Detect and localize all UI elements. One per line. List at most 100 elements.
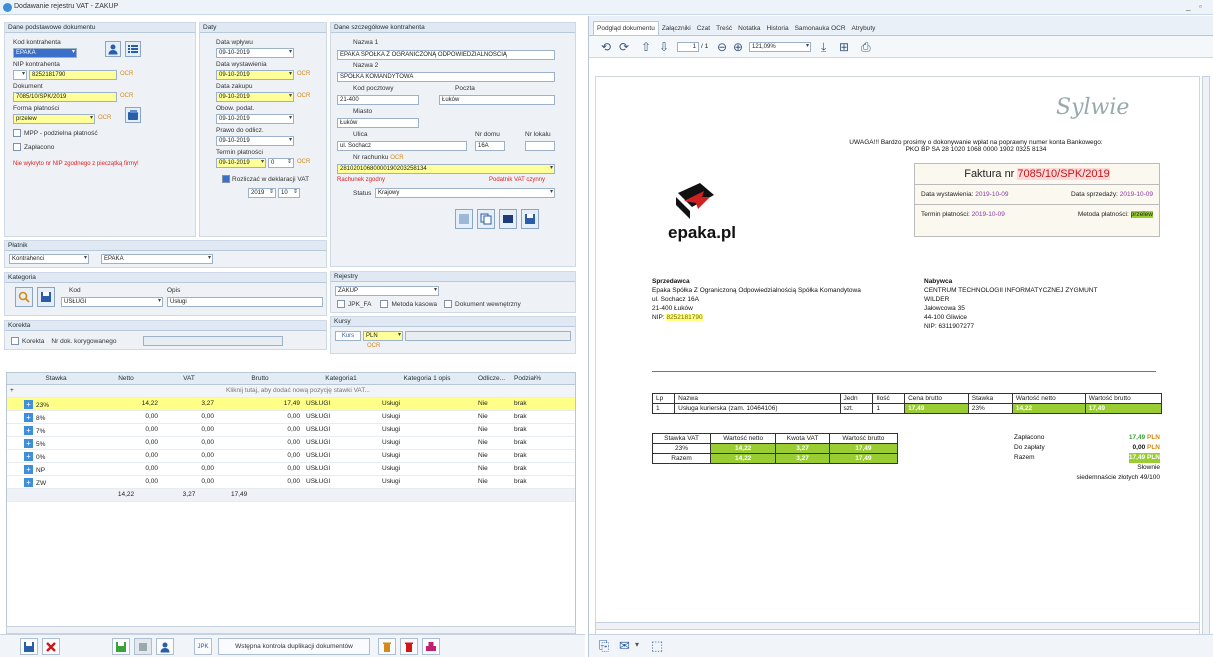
- col-rate[interactable]: Stawka: [21, 373, 91, 384]
- grid-horizontal-scrollbar[interactable]: [6, 626, 576, 634]
- grid-cell[interactable]: USŁUGI: [303, 411, 379, 423]
- col-split[interactable]: Podział%: [511, 373, 551, 384]
- copy-button[interactable]: [477, 209, 495, 229]
- rate-value-field[interactable]: [405, 331, 571, 341]
- vies-button[interactable]: [499, 209, 517, 229]
- table-row[interactable]: +0% 0,00 0,00 0,00 USŁUGI Usługi Nie brak: [7, 450, 575, 463]
- table-row[interactable]: +23% 14,22 3,27 17,49 USŁUGI Usługi Nie brak: [7, 398, 575, 411]
- grid-cell[interactable]: 0,00: [161, 437, 217, 449]
- add-rate-icon[interactable]: +: [24, 413, 33, 422]
- grid-cell[interactable]: brak: [511, 450, 551, 462]
- export-button[interactable]: [422, 638, 440, 655]
- zoom-in-icon[interactable]: ⊕: [733, 40, 743, 54]
- rate-button[interactable]: Kurs: [335, 331, 361, 341]
- postal-code-field[interactable]: 21-400: [337, 95, 419, 105]
- grid-cell[interactable]: +23%: [21, 398, 91, 410]
- account-field[interactable]: 28102010680000190203258134 ▾: [337, 164, 555, 174]
- grid-cell[interactable]: 0,00: [91, 476, 161, 488]
- grid-cell[interactable]: +7%: [21, 424, 91, 436]
- contractor-button[interactable]: [105, 41, 121, 57]
- deduction-date-field[interactable]: 09-10-2019 ▾: [216, 136, 294, 146]
- page-number-field[interactable]: 1: [677, 42, 699, 52]
- document-field[interactable]: 7085/10/SPK/2019: [13, 92, 117, 102]
- due-days-stepper[interactable]: 0 ⇕: [268, 158, 294, 168]
- table-row[interactable]: +5% 0,00 0,00 0,00 USŁUGI Usługi Nie brak: [7, 437, 575, 450]
- post-office-field[interactable]: Łuków: [439, 95, 555, 105]
- grid-cell[interactable]: 0,00: [161, 411, 217, 423]
- payer-type-select[interactable]: Kontrahenci ▾: [9, 254, 89, 264]
- select-area-icon[interactable]: ⬚: [651, 638, 663, 654]
- nip-verify-button[interactable]: [455, 209, 473, 229]
- grid-cell[interactable]: Nie: [475, 398, 511, 410]
- grid-cell[interactable]: 14,22: [91, 398, 161, 410]
- rotate-right-icon[interactable]: ⟳: [619, 40, 629, 54]
- page-up-icon[interactable]: ⇧: [641, 40, 651, 54]
- col-net[interactable]: Netto: [91, 373, 161, 384]
- page-down-icon[interactable]: ⇩: [659, 40, 669, 54]
- correction-checkbox[interactable]: [11, 337, 19, 345]
- zoom-select[interactable]: 121,09% ▾: [749, 42, 811, 52]
- tab[interactable]: Samonauka OCR: [792, 22, 849, 35]
- vat-year-stepper[interactable]: 2019 ⇕: [248, 188, 276, 198]
- maximize-button[interactable]: ▫: [1199, 2, 1202, 11]
- tax-obligation-field[interactable]: 09-10-2019 ▾: [216, 114, 294, 124]
- grid-cell[interactable]: Nie: [475, 463, 511, 475]
- zoom-out-icon[interactable]: ⊖: [717, 40, 727, 54]
- grid-cell[interactable]: Usługi: [379, 437, 475, 449]
- grid-cell[interactable]: 3,27: [161, 398, 217, 410]
- minimize-button[interactable]: _: [1186, 2, 1190, 11]
- paid-checkbox-row[interactable]: Zapłacono: [13, 143, 54, 151]
- street-field[interactable]: ul. Sochacz: [337, 141, 467, 151]
- grid-cell[interactable]: Usługi: [379, 411, 475, 423]
- category-code-select[interactable]: USŁUGI ▾: [61, 297, 163, 307]
- mpp-checkbox-row[interactable]: MPP - podzielna płatność: [13, 129, 98, 137]
- grid-cell[interactable]: USŁUGI: [303, 437, 379, 449]
- grid-cell[interactable]: 17,49: [217, 398, 303, 410]
- category-save-button[interactable]: [37, 287, 55, 307]
- grid-cell[interactable]: USŁUGI: [303, 424, 379, 436]
- grid-cell[interactable]: 0,00: [161, 476, 217, 488]
- table-row[interactable]: + NP 0,00 0,00 0,00 USŁUGI Usługi Nie brak: [7, 463, 575, 476]
- mail-dropdown-icon[interactable]: ▾: [635, 640, 639, 649]
- user-button[interactable]: [156, 638, 174, 655]
- grid-cell[interactable]: brak: [511, 398, 551, 410]
- grid-cell[interactable]: Usługi: [379, 463, 475, 475]
- tab[interactable]: Podgląd dokumentu: [593, 21, 659, 35]
- grid-cell[interactable]: +8%: [21, 411, 91, 423]
- grid-cell[interactable]: 0,00: [217, 463, 303, 475]
- col-deduction[interactable]: Odlicze...: [475, 373, 511, 384]
- category-desc-field[interactable]: Usługi: [167, 297, 323, 307]
- add-rate-icon[interactable]: +: [24, 439, 33, 448]
- document-vertical-scrollbar[interactable]: [1202, 76, 1210, 636]
- jpk-button[interactable]: JPK: [194, 638, 212, 655]
- grid-cell[interactable]: USŁUGI: [303, 476, 379, 488]
- grid-cell[interactable]: +5%: [21, 437, 91, 449]
- contractor-code-select[interactable]: EPAKA ▾: [13, 48, 77, 58]
- grid-cell[interactable]: 0,00: [217, 411, 303, 423]
- duplicate-check-button[interactable]: Wstępna kontrola duplikacji dokumentów: [218, 638, 370, 655]
- grid-cell[interactable]: brak: [511, 437, 551, 449]
- vat-month-stepper[interactable]: 10 ⇕: [278, 188, 300, 198]
- corrected-doc-field[interactable]: [143, 336, 283, 346]
- register-select[interactable]: ZAKUP ▾: [335, 286, 439, 296]
- tab[interactable]: Treść: [713, 22, 735, 35]
- wallet-button[interactable]: [125, 107, 141, 123]
- tab[interactable]: Notatka: [735, 22, 763, 35]
- grid-cell[interactable]: 0,00: [217, 450, 303, 462]
- vat-declaration-checkbox[interactable]: [222, 175, 230, 183]
- table-row[interactable]: +8% 0,00 0,00 0,00 USŁUGI Usługi Nie brak: [7, 411, 575, 424]
- paid-checkbox[interactable]: [13, 143, 21, 151]
- grid-cell[interactable]: Nie: [475, 424, 511, 436]
- category-search-button[interactable]: [15, 287, 33, 307]
- save-green-button[interactable]: [112, 638, 130, 655]
- grid-cell[interactable]: 0,00: [161, 463, 217, 475]
- grid-cell[interactable]: 0,00: [161, 424, 217, 436]
- payment-select[interactable]: przelew ▾: [13, 114, 95, 124]
- contractor-save-button[interactable]: [521, 209, 539, 229]
- grid-cell[interactable]: 0,00: [161, 450, 217, 462]
- tab[interactable]: Atrybuty: [849, 22, 879, 35]
- delete-button[interactable]: [378, 638, 396, 655]
- apt-no-field[interactable]: [525, 141, 555, 151]
- status-select[interactable]: Krajowy ▾: [375, 188, 555, 198]
- purchase-date-field[interactable]: 09-10-2019 ▾: [216, 92, 294, 102]
